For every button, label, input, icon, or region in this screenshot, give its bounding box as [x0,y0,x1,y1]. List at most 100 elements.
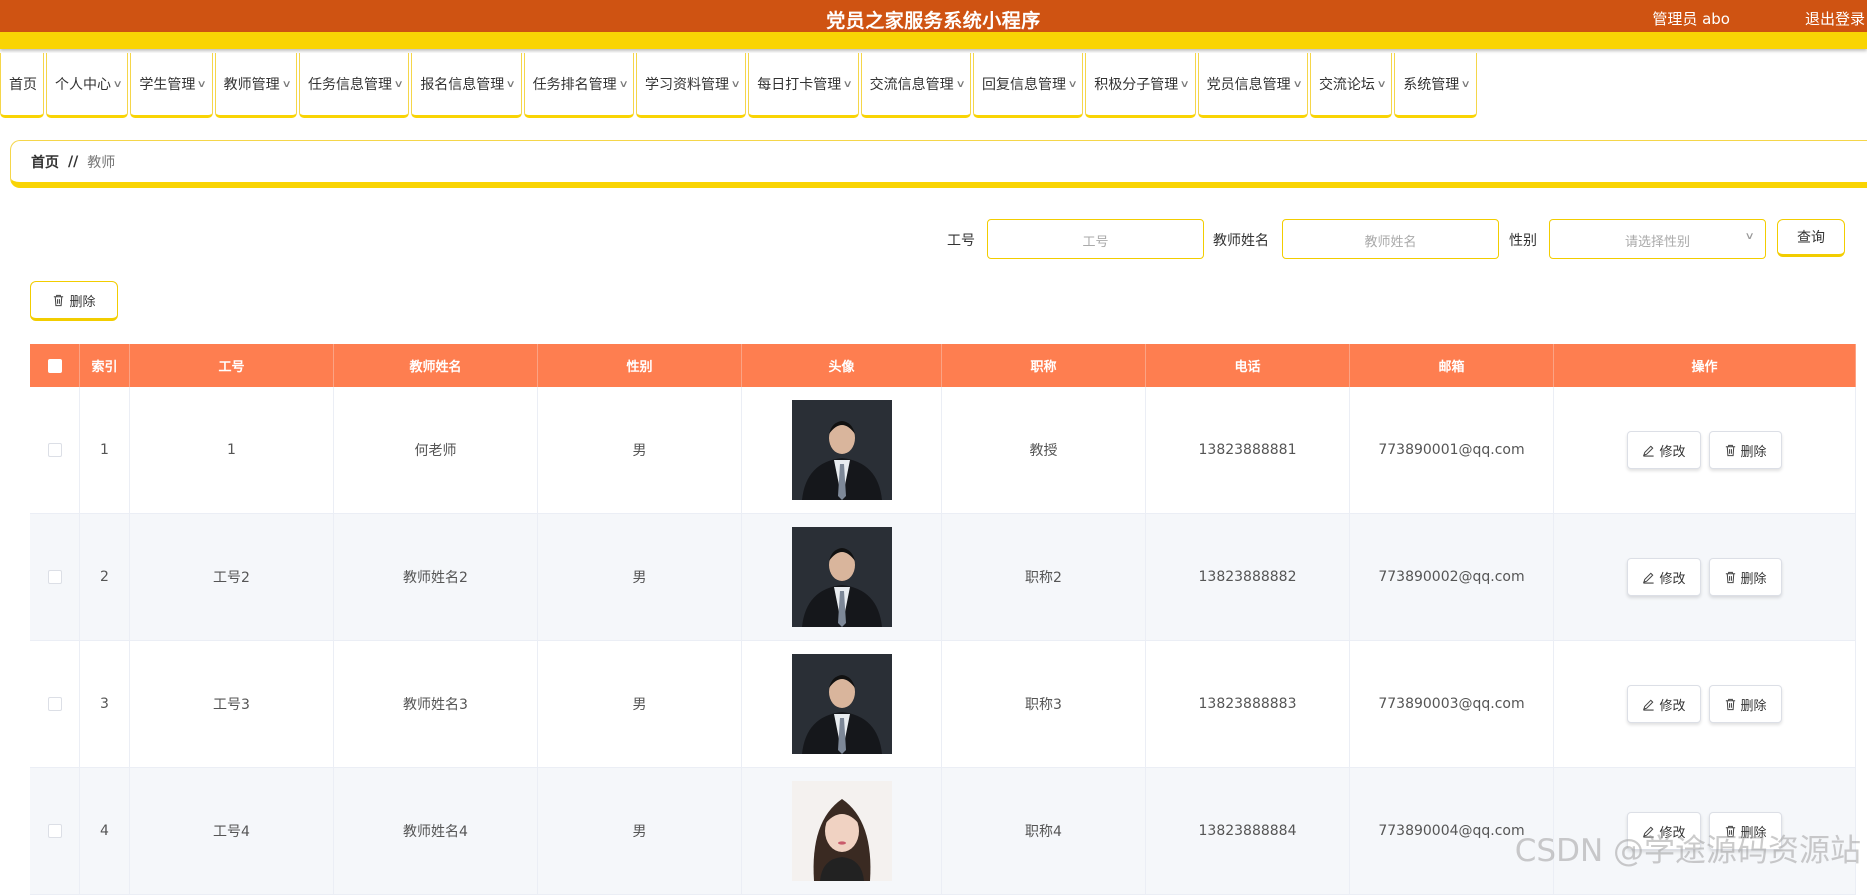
nav-item[interactable]: 首页 [0,53,44,118]
edit-icon [1642,571,1655,584]
batch-delete-label: 删除 [69,291,95,310]
gender-label: 性别 [1509,230,1537,250]
nav-item[interactable]: 报名信息管理∨ [411,53,521,118]
nav-item[interactable]: 党员信息管理∨ [1198,53,1308,118]
cell-avatar [742,641,942,767]
nav-item-label: 每日打卡管理 [757,74,841,94]
nav-item[interactable]: 系统管理∨ [1394,53,1476,118]
cell-name: 何老师 [334,387,538,513]
cell-index: 2 [80,514,130,640]
row-select-cell [30,641,80,767]
nav-item-label: 教师管理 [224,74,280,94]
delete-button[interactable]: 删除 [1709,431,1782,469]
table-row: 2工号2教师姓名2男职称213823888882773890002@qq.com… [30,514,1856,641]
avatar-man [792,400,892,500]
cell-phone: 13823888883 [1146,641,1350,767]
gender-select-placeholder: 请选择性别 [1625,235,1690,250]
cell-id: 工号4 [130,768,334,894]
chevron-down-icon: ∨ [843,79,853,90]
nav-item-label: 学生管理 [139,74,195,94]
row-select-cell [30,514,80,640]
delete-button[interactable]: 删除 [1709,685,1782,723]
cell-title: 教授 [942,387,1146,513]
nav-item[interactable]: 学生管理∨ [130,53,212,118]
batch-delete-button[interactable]: 删除 [30,281,118,321]
header-stripe [0,32,1867,49]
cell-title: 职称3 [942,641,1146,767]
teacher-name-input[interactable]: 教师姓名 [1282,219,1499,259]
nav-item[interactable]: 积极分子管理∨ [1085,53,1195,118]
id-input[interactable]: 工号 [987,219,1204,259]
select-all-cell [30,344,80,387]
table-row: 3工号3教师姓名3男职称313823888883773890003@qq.com… [30,641,1856,768]
delete-button[interactable]: 删除 [1709,558,1782,596]
cell-gender: 男 [538,514,742,640]
edit-label: 修改 [1659,695,1685,714]
gender-select[interactable]: 请选择性别 ∨ [1549,219,1766,259]
col-header-title: 职称 [942,344,1146,387]
nav-item[interactable]: 教师管理∨ [215,53,297,118]
delete-label: 删除 [1741,441,1767,460]
nav-item-label: 党员信息管理 [1207,74,1291,94]
chevron-down-icon: ∨ [1067,79,1077,90]
breadcrumb: 首页 // 教师 [10,140,1867,188]
cell-avatar [742,514,942,640]
cell-gender: 男 [538,768,742,894]
nav-item[interactable]: 每日打卡管理∨ [748,53,858,118]
row-checkbox[interactable] [48,570,62,584]
row-checkbox[interactable] [48,697,62,711]
col-header-gender: 性别 [538,344,742,387]
chevron-down-icon: ∨ [197,79,207,90]
nav-item[interactable]: 学习资料管理∨ [636,53,746,118]
table-row: 11何老师男教授13823888881773890001@qq.com修改删除 [30,387,1856,514]
cell-name: 教师姓名2 [334,514,538,640]
chevron-down-icon: ∨ [618,79,628,90]
nav-item[interactable]: 交流论坛∨ [1310,53,1392,118]
cell-avatar [742,387,942,513]
cell-email: 773890002@qq.com [1350,514,1554,640]
delete-label: 删除 [1741,568,1767,587]
chevron-down-icon: ∨ [506,79,516,90]
col-header-name: 教师姓名 [334,344,538,387]
breadcrumb-home[interactable]: 首页 [31,152,59,172]
nav-item-label: 学习资料管理 [645,74,729,94]
cell-index: 4 [80,768,130,894]
row-checkbox[interactable] [48,824,62,838]
edit-label: 修改 [1659,568,1685,587]
nav-item[interactable]: 回复信息管理∨ [973,53,1083,118]
chevron-down-icon: ∨ [1461,79,1471,90]
cell-title: 职称4 [942,768,1146,894]
cell-avatar [742,768,942,894]
select-all-checkbox[interactable] [48,359,62,373]
cell-id: 工号2 [130,514,334,640]
trash-icon [52,294,65,307]
chevron-down-icon: ∨ [1180,79,1190,90]
nav-item[interactable]: 任务排名管理∨ [524,53,634,118]
edit-button[interactable]: 修改 [1627,685,1700,723]
cell-title: 职称2 [942,514,1146,640]
cell-name: 教师姓名3 [334,641,538,767]
cell-gender: 男 [538,387,742,513]
query-button[interactable]: 查询 [1777,219,1845,257]
nav-item[interactable]: 交流信息管理∨ [861,53,971,118]
watermark: CSDN @学途源码资源站 [1515,825,1861,870]
nav-item[interactable]: 个人中心∨ [46,53,128,118]
table-body: 11何老师男教授13823888881773890001@qq.com修改删除2… [30,387,1856,895]
id-label: 工号 [947,230,975,250]
chevron-down-icon: ∨ [113,79,123,90]
edit-button[interactable]: 修改 [1627,431,1700,469]
edit-button[interactable]: 修改 [1627,558,1700,596]
nav-item-label: 积极分子管理 [1094,74,1178,94]
col-header-index: 索引 [80,344,130,387]
chevron-down-icon: ∨ [1292,79,1302,90]
nav-item-label: 首页 [9,74,37,94]
edit-icon [1642,698,1655,711]
chevron-down-icon: ∨ [1744,231,1754,242]
col-header-actions: 操作 [1554,344,1856,387]
row-checkbox[interactable] [48,443,62,457]
breadcrumb-separator: // [68,154,78,170]
logout-link[interactable]: 退出登录 [1805,8,1865,29]
nav-item[interactable]: 任务信息管理∨ [299,53,409,118]
breadcrumb-current: 教师 [87,152,115,172]
cell-id: 1 [130,387,334,513]
